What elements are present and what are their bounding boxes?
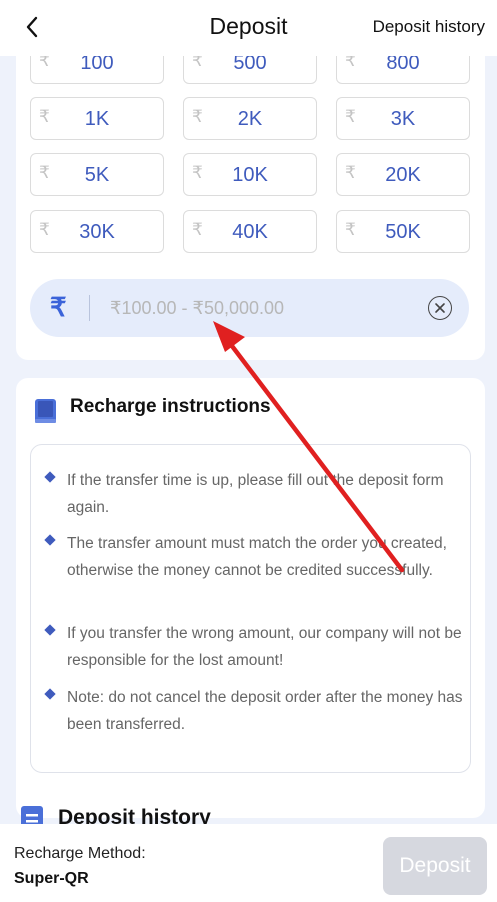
- amount-option[interactable]: ₹2K: [183, 97, 317, 140]
- amount-option[interactable]: ₹5K: [30, 153, 164, 196]
- back-button[interactable]: [18, 12, 46, 42]
- instructions-title: Recharge instructions: [70, 396, 271, 417]
- rupee-icon: ₹: [50, 292, 67, 322]
- instruction-text: If you transfer the wrong amount, our co…: [67, 625, 462, 669]
- close-icon: [435, 303, 445, 313]
- amount-option-label: 5K: [84, 164, 110, 186]
- header: Deposit Deposit history: [0, 0, 497, 56]
- clear-input-button[interactable]: [428, 296, 452, 320]
- instruction-text: Note: do not cancel the deposit order af…: [67, 689, 463, 733]
- amount-input-container: ₹: [30, 279, 469, 337]
- amount-option[interactable]: ₹1K: [30, 97, 164, 140]
- input-divider: [89, 295, 90, 321]
- deposit-history-link[interactable]: Deposit history: [373, 17, 485, 37]
- chevron-left-icon: [26, 16, 38, 38]
- amount-option-label: 1K: [84, 108, 110, 130]
- amount-option[interactable]: ₹30K: [30, 210, 164, 253]
- amount-option[interactable]: ₹20K: [336, 153, 470, 196]
- bottom-bar: Recharge Method: Super-QR Deposit: [0, 824, 497, 902]
- recharge-method-label: Recharge Method:: [14, 845, 146, 862]
- amount-option-label: 10K: [232, 164, 268, 186]
- recharge-method-value: Super-QR: [14, 870, 89, 887]
- deposit-button[interactable]: Deposit: [383, 837, 487, 895]
- amount-option[interactable]: ₹50K: [336, 210, 470, 253]
- amount-option-label: 50K: [385, 221, 421, 243]
- amount-option[interactable]: ₹40K: [183, 210, 317, 253]
- book-icon: [34, 398, 58, 431]
- amount-option[interactable]: ₹10K: [183, 153, 317, 196]
- amount-option-label: 20K: [385, 164, 421, 186]
- instruction-text: The transfer amount must match the order…: [67, 535, 447, 579]
- amount-option[interactable]: ₹3K: [336, 97, 470, 140]
- amount-option-label: 40K: [232, 221, 268, 243]
- amount-option-label: 30K: [79, 221, 115, 243]
- instruction-text: If the transfer time is up, please fill …: [67, 472, 444, 516]
- amount-input[interactable]: [110, 293, 410, 323]
- amount-option-label: 3K: [390, 108, 416, 130]
- amount-option-label: 2K: [237, 108, 263, 130]
